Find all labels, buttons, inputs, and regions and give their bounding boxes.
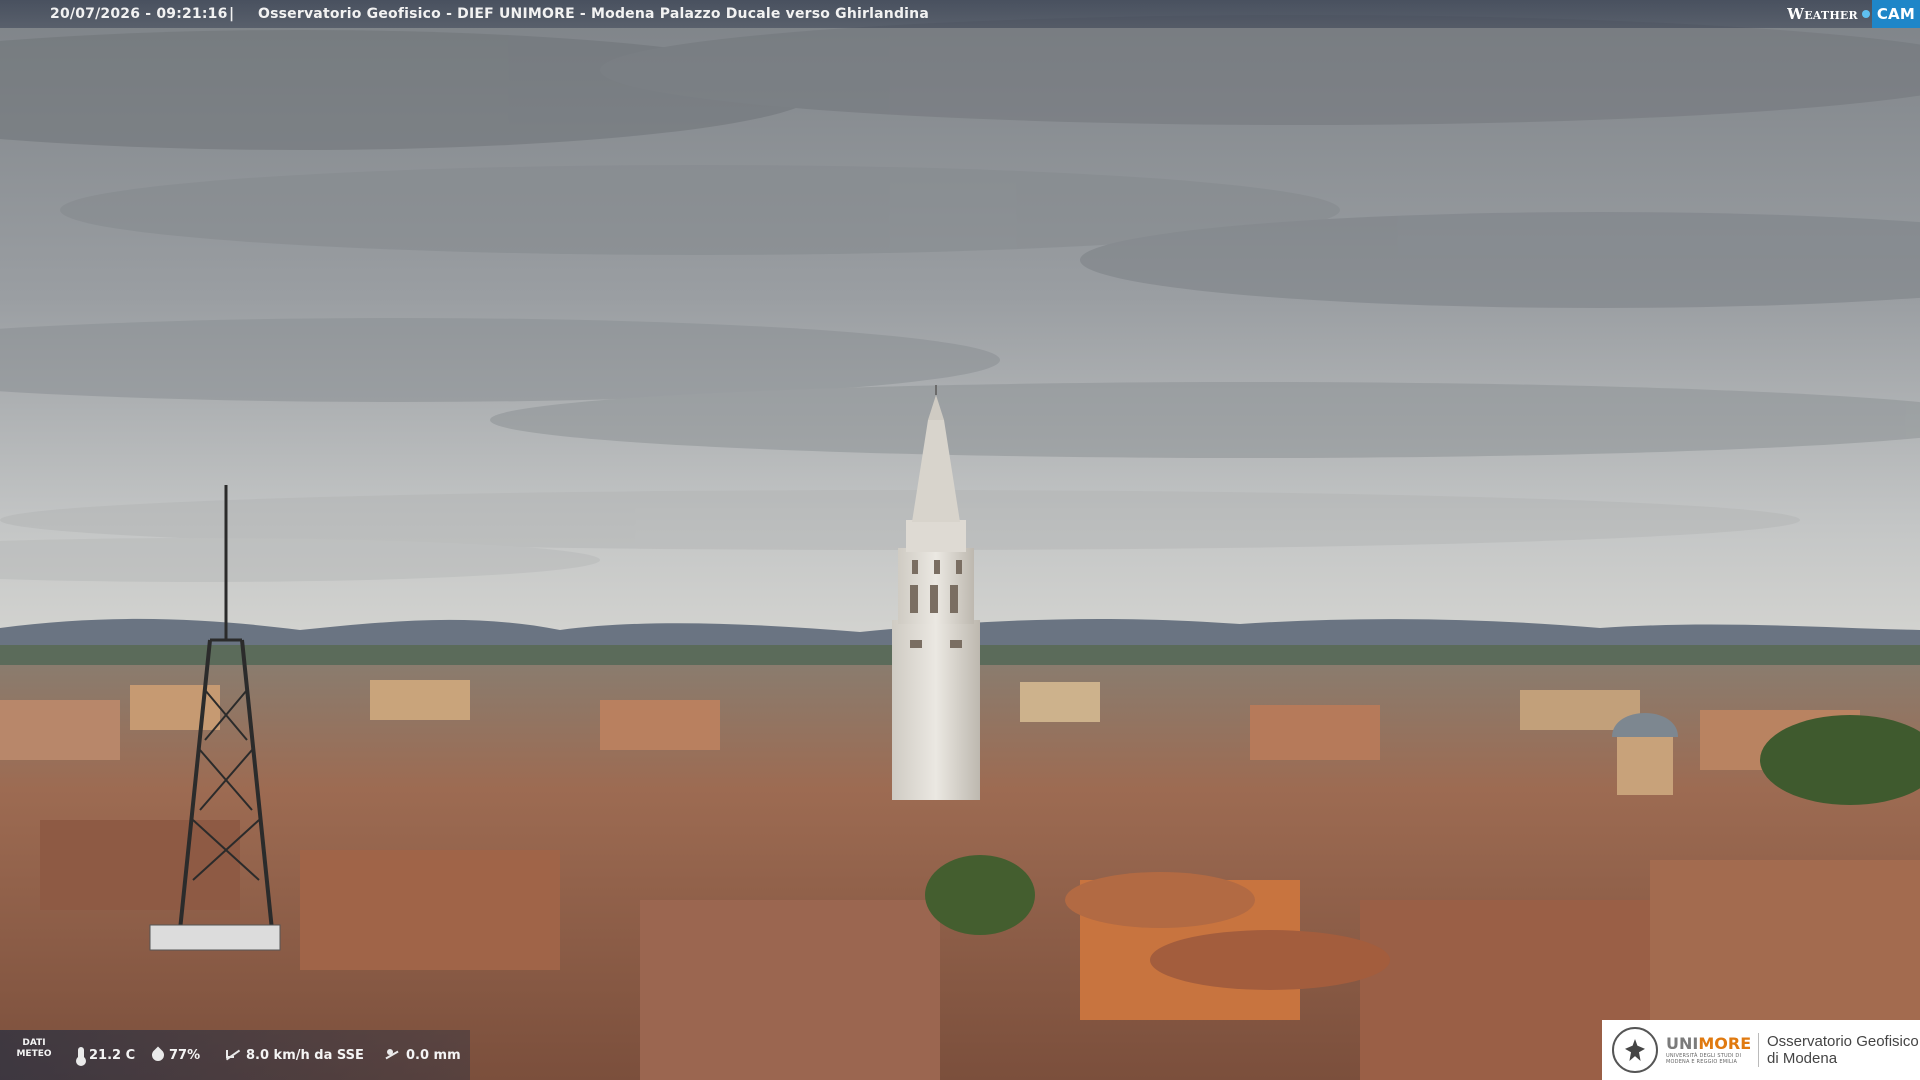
rain-icon bbox=[385, 1049, 401, 1061]
webcam-frame: 20/07/2026 - 09:21:16 | Osservatorio Geo… bbox=[0, 0, 1920, 1080]
city-panorama bbox=[0, 0, 1920, 1080]
humidity-reading: 77% bbox=[149, 1030, 201, 1080]
weather-data-label: DATI METEO bbox=[16, 1038, 52, 1059]
camera-lens-icon bbox=[1861, 10, 1870, 18]
caption-title: Osservatorio Geofisico - DIEF UNIMORE - … bbox=[258, 6, 929, 22]
wind-arrow-icon bbox=[225, 1048, 241, 1062]
weather-data-bar: DATI METEO 21.2 C 77% 8.0 km/h da SSE 0.… bbox=[0, 1030, 470, 1080]
observatory-name: Osservatorio Geofisico di Modena bbox=[1758, 1033, 1919, 1067]
weathercam-logo: Weather CAM bbox=[1787, 0, 1920, 28]
caption-separator: | bbox=[229, 6, 235, 22]
wind-value: 8.0 km/h da SSE bbox=[246, 1047, 364, 1063]
church-dome bbox=[1612, 713, 1678, 795]
unimore-name-more: MORE bbox=[1698, 1034, 1752, 1053]
temperature-value: 21.2 C bbox=[89, 1047, 136, 1063]
observatory-line2: di Modena bbox=[1767, 1050, 1838, 1067]
wind-reading: 8.0 km/h da SSE bbox=[225, 1030, 364, 1080]
weathercam-logo-weather: Weather bbox=[1787, 5, 1858, 23]
unimore-name-uni: UNI bbox=[1666, 1034, 1699, 1053]
university-seal-icon bbox=[1612, 1027, 1658, 1073]
unimore-subtitle: UNIVERSITÀ DEGLI STUDI DI MODENA E REGGI… bbox=[1666, 1053, 1742, 1065]
temperature-reading: 21.2 C bbox=[76, 1030, 136, 1080]
unimore-logo-box: UNIMORE UNIVERSITÀ DEGLI STUDI DI MODENA… bbox=[1602, 1020, 1920, 1080]
rain-value: 0.0 mm bbox=[406, 1047, 461, 1063]
trees-center bbox=[925, 855, 1035, 935]
webcam-image bbox=[0, 0, 1920, 1080]
thermometer-icon bbox=[76, 1047, 86, 1066]
humidity-value: 77% bbox=[169, 1047, 201, 1063]
observatory-line1: Osservatorio Geofisico bbox=[1767, 1033, 1919, 1050]
humidity-drop-icon bbox=[149, 1046, 167, 1064]
weathercam-logo-cam: CAM bbox=[1871, 0, 1920, 28]
caption-bar: 20/07/2026 - 09:21:16 | Osservatorio Geo… bbox=[0, 0, 1920, 28]
unimore-wordmark: UNIMORE UNIVERSITÀ DEGLI STUDI DI MODENA… bbox=[1666, 1034, 1752, 1066]
timestamp: 20/07/2026 - 09:21:16 bbox=[50, 6, 228, 22]
rain-reading: 0.0 mm bbox=[385, 1030, 461, 1080]
unimore-name: UNIMORE bbox=[1666, 1034, 1752, 1053]
